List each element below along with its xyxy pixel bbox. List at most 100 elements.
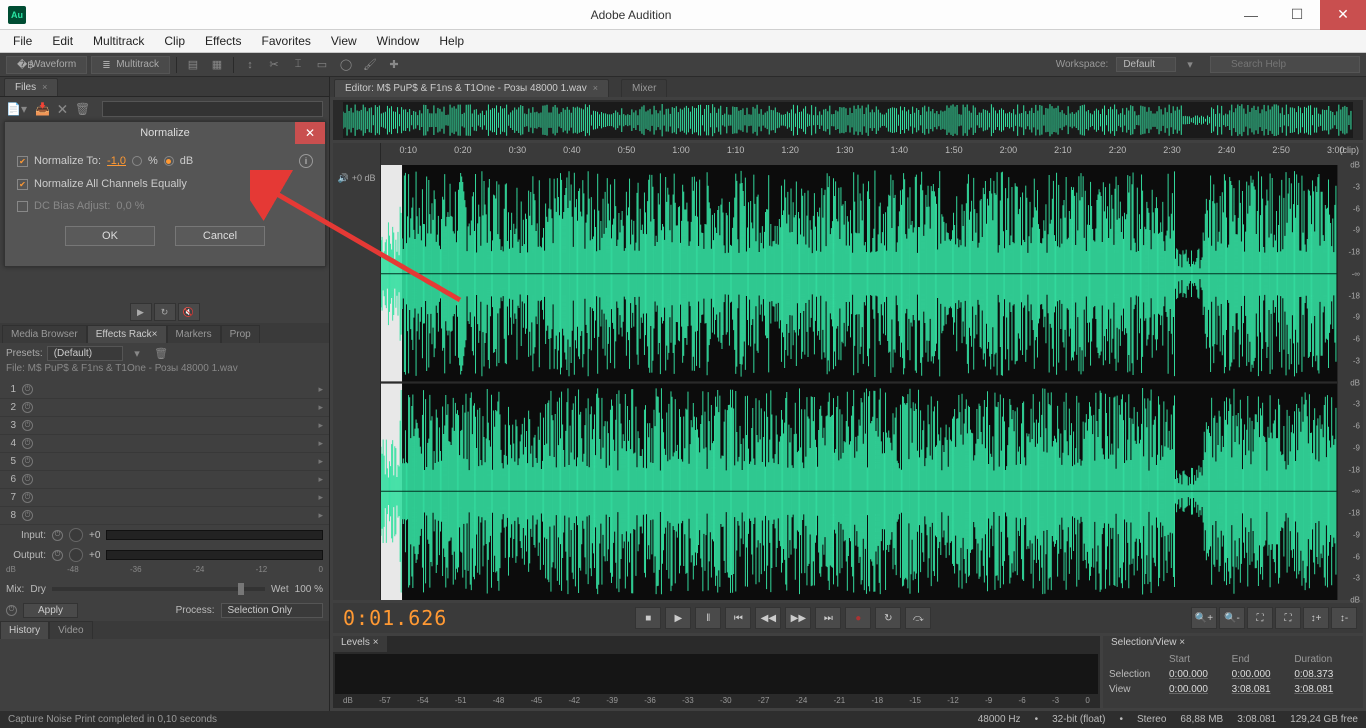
power-icon[interactable]: ⏻ <box>22 492 33 503</box>
zoom-in-icon[interactable]: 🔍+ <box>1191 607 1217 629</box>
play-button[interactable]: ▶ <box>665 607 691 629</box>
stop-button[interactable]: ■ <box>635 607 661 629</box>
loop-button[interactable]: ↻ <box>875 607 901 629</box>
menu-file[interactable]: File <box>4 32 41 50</box>
power-icon[interactable]: ⏻ <box>52 530 63 541</box>
rack-slot[interactable]: 8⏻▸ <box>0 507 329 525</box>
close-icon[interactable]: × <box>42 82 47 92</box>
menu-edit[interactable]: Edit <box>43 32 82 50</box>
save-preset-icon[interactable]: ▾ <box>127 344 147 362</box>
selection-view-tab[interactable]: Selection/View × <box>1103 636 1193 652</box>
video-tab[interactable]: Video <box>49 621 92 639</box>
power-icon[interactable]: ⏻ <box>52 550 63 561</box>
power-icon[interactable]: ⏻ <box>22 402 33 413</box>
workspace-menu-icon[interactable]: ▾ <box>1180 56 1200 74</box>
search-help-input[interactable] <box>1210 56 1360 73</box>
pause-button[interactable]: ‖ <box>695 607 721 629</box>
ok-button[interactable]: OK <box>65 226 155 246</box>
waveform-overview[interactable] <box>333 100 1363 140</box>
files-panel-tab[interactable]: Files× <box>4 78 58 96</box>
timeline-ruler[interactable]: 0:100:200:300:400:501:001:101:201:301:40… <box>333 143 1363 165</box>
editor-file-tab[interactable]: Editor: M$ PuP$ & F1ns & T1One - Розы 48… <box>334 79 609 97</box>
markers-tab[interactable]: Markers <box>167 325 221 343</box>
timecode-display[interactable]: 0:01.626 <box>343 606 447 630</box>
menu-effects[interactable]: Effects <box>196 32 250 50</box>
workspace-dropdown[interactable]: Default <box>1116 57 1176 72</box>
mode-multitrack-button[interactable]: ≣Multitrack <box>91 56 170 74</box>
mini-loop-button[interactable]: ↻ <box>154 303 176 321</box>
normalize-to-checkbox[interactable] <box>17 156 28 167</box>
window-maximize-button[interactable]: ☐ <box>1274 0 1320 30</box>
forward-button[interactable]: ▶▶ <box>785 607 811 629</box>
rewind-button[interactable]: ◀◀ <box>755 607 781 629</box>
levels-tab[interactable]: Levels × <box>333 636 387 652</box>
menu-favorites[interactable]: Favorites <box>253 32 320 50</box>
effects-rack-tab[interactable]: Effects Rack× <box>87 325 167 343</box>
go-end-button[interactable]: ⏭ <box>815 607 841 629</box>
presets-dropdown[interactable]: (Default) <box>47 346 123 361</box>
power-icon[interactable]: ⏻ <box>22 420 33 431</box>
dialog-close-button[interactable]: ✕ <box>295 122 325 144</box>
volume-icon[interactable]: 🔊 <box>338 173 349 184</box>
all-channels-checkbox[interactable] <box>17 179 28 190</box>
view-dur[interactable]: 3:08.081 <box>1294 684 1357 695</box>
spectral-toggle-icon[interactable]: ▤ <box>183 56 203 74</box>
zoom-sel-icon[interactable]: ⛶ <box>1275 607 1301 629</box>
zoom-out-vert-icon[interactable]: ↕- <box>1331 607 1357 629</box>
go-start-button[interactable]: ⏮ <box>725 607 751 629</box>
menu-multitrack[interactable]: Multitrack <box>84 32 153 50</box>
trash-icon[interactable]: 🗑 <box>75 102 90 116</box>
mode-waveform-button[interactable]: �฿Waveform <box>6 56 87 74</box>
media-browser-tab[interactable]: Media Browser <box>2 325 87 343</box>
mini-play-button[interactable]: ▶ <box>130 303 152 321</box>
sel-start[interactable]: 0:00.000 <box>1169 669 1232 680</box>
menu-clip[interactable]: Clip <box>155 32 194 50</box>
razor-tool-icon[interactable]: ✂ <box>264 56 284 74</box>
zoom-in-vert-icon[interactable]: ↕+ <box>1303 607 1329 629</box>
sel-dur[interactable]: 0:08.373 <box>1294 669 1357 680</box>
power-icon[interactable]: ⏻ <box>6 605 17 616</box>
output-knob[interactable] <box>69 548 83 562</box>
menu-view[interactable]: View <box>322 32 366 50</box>
normalize-value-input[interactable]: -1,0 <box>107 155 126 167</box>
open-file-icon[interactable]: 📄▾ <box>6 102 27 116</box>
rack-slot[interactable]: 5⏻▸ <box>0 453 329 471</box>
window-minimize-button[interactable]: — <box>1228 0 1274 30</box>
input-knob[interactable] <box>69 528 83 542</box>
time-select-tool-icon[interactable]: ⌶ <box>288 56 308 74</box>
info-icon[interactable]: i <box>299 154 313 168</box>
view-end[interactable]: 3:08.081 <box>1232 684 1295 695</box>
mixer-tab[interactable]: Mixer <box>621 79 667 97</box>
delete-preset-icon[interactable]: 🗑 <box>151 344 171 362</box>
record-button[interactable]: ● <box>845 607 871 629</box>
rack-slot[interactable]: 4⏻▸ <box>0 435 329 453</box>
process-dropdown[interactable]: Selection Only <box>221 603 323 618</box>
rack-slot[interactable]: 1⏻▸ <box>0 381 329 399</box>
mix-slider[interactable] <box>52 587 265 591</box>
view-start[interactable]: 0:00.000 <box>1169 684 1232 695</box>
cancel-button[interactable]: Cancel <box>175 226 265 246</box>
mini-mute-button[interactable]: 🔇 <box>178 303 200 321</box>
rack-slot[interactable]: 2⏻▸ <box>0 399 329 417</box>
dc-bias-checkbox[interactable] <box>17 201 28 212</box>
window-close-button[interactable]: ✕ <box>1320 0 1366 30</box>
menu-window[interactable]: Window <box>368 32 429 50</box>
close-file-icon[interactable]: 🗙 <box>58 99 67 120</box>
lasso-tool-icon[interactable]: ◯ <box>336 56 356 74</box>
menu-help[interactable]: Help <box>430 32 473 50</box>
apply-button[interactable]: Apply <box>23 603 78 618</box>
power-icon[interactable]: ⏻ <box>22 510 33 521</box>
rack-slot[interactable]: 6⏻▸ <box>0 471 329 489</box>
move-tool-icon[interactable]: ↕ <box>240 56 260 74</box>
history-tab[interactable]: History <box>0 621 49 639</box>
heal-tool-icon[interactable]: ✚ <box>384 56 404 74</box>
waveform-display[interactable] <box>381 165 1337 600</box>
skip-selection-button[interactable]: ⤼ <box>905 607 931 629</box>
unit-percent-radio[interactable] <box>132 156 142 166</box>
marquee-tool-icon[interactable]: ▭ <box>312 56 332 74</box>
pitch-display-icon[interactable]: ▦ <box>207 56 227 74</box>
properties-tab[interactable]: Prop <box>221 325 260 343</box>
files-filter-input[interactable] <box>102 101 323 117</box>
power-icon[interactable]: ⏻ <box>22 384 33 395</box>
brush-tool-icon[interactable]: 🖌 <box>360 56 380 74</box>
